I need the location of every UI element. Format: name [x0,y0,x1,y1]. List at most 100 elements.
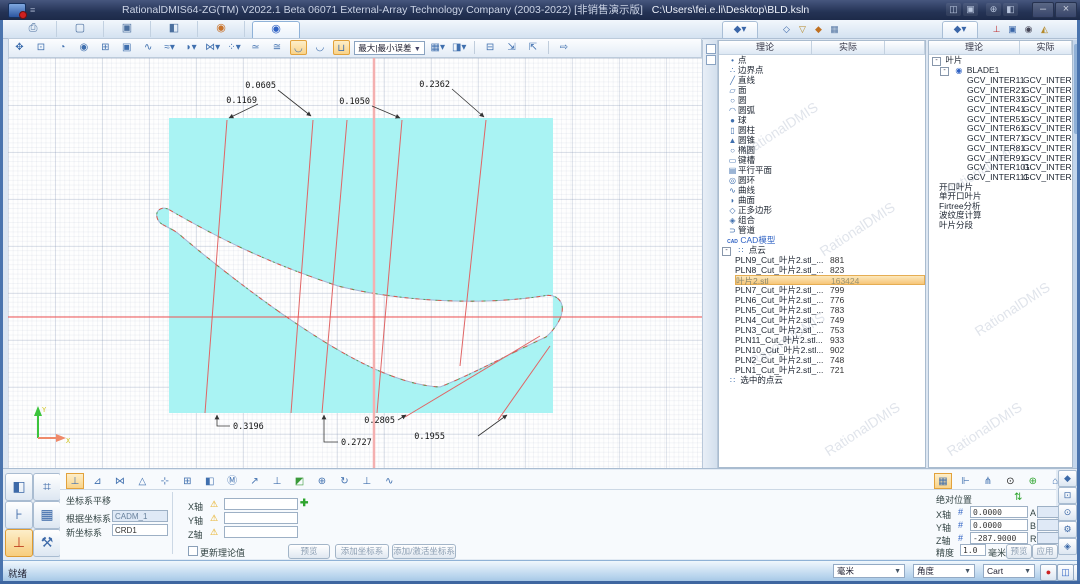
tree-item-gcv-section[interactable]: GCV_INTER21GCV_INTER21 [929,85,1072,95]
new-csys-field[interactable] [112,524,168,536]
deviation-icon[interactable]: ⊔ [333,40,350,55]
tree-item-feature[interactable]: ▱面 [727,85,925,95]
section-compare-icon[interactable]: ◡ [290,40,307,55]
tree-item-gcv-section[interactable]: GCV_INTER41GCV_INTER41 [929,104,1072,114]
tree-item-analysis[interactable]: 波纹度计算 [929,210,1072,220]
caliper-mode-button[interactable]: ⌗ [33,473,61,501]
minimize-button[interactable]: – [1032,2,1054,18]
ribbon-tab-window[interactable]: ▣ [104,21,151,37]
add-value-icon[interactable]: ✚ [300,498,308,509]
layout-icon[interactable]: ◫ [946,3,961,16]
precision-field[interactable] [960,544,986,556]
scan-section-icon[interactable]: ≈▾ [161,40,178,55]
section-view-icon[interactable]: ◡ [311,40,328,55]
stamp-tool-icon[interactable]: ◆ [1058,470,1077,487]
joystick-icon[interactable]: ⊙ [1001,474,1019,490]
tree-item-point-cloud[interactable]: PLN9_Cut_叶片2.stl_...881 [735,255,925,265]
collapse-panel-icon[interactable] [706,44,716,54]
collapse-expander-icon[interactable]: - [722,247,731,256]
ribbon-tab-output[interactable]: ⎙ [10,21,57,37]
shield-icon[interactable]: ◆ [812,23,825,36]
tree-item-feature[interactable]: ○椭圆 [727,145,925,155]
fit-view-icon[interactable]: ⊞ [97,40,114,55]
curve-compare-icon[interactable]: ≃ [247,40,264,55]
left-panel-tab-icon[interactable]: ◆▾ [722,21,758,39]
tree-item-feature[interactable]: ◈组合 [727,215,925,225]
position-value-field[interactable] [970,519,1028,531]
tree-item-point-cloud[interactable]: PLN6_Cut_叶片2.stl_...776 [735,295,925,305]
tree-item-feature[interactable]: •点 [727,55,925,65]
ribbon-tab-model[interactable]: ◧ [151,21,198,37]
model-mode-button[interactable]: ◧ [5,473,33,501]
tree-item-analysis[interactable]: 单开口叶片 [929,191,1072,201]
actual-column-header[interactable]: 实际 [1020,41,1072,54]
z-offset-field[interactable] [224,526,298,538]
theory-column-header[interactable]: 理论 [719,41,812,54]
tree-item-point-cloud[interactable]: PLN3_Cut_叶片2.stl_...753 [735,325,925,335]
scan-points-icon[interactable]: ⁘▾ [226,40,243,55]
fixture-mode-button[interactable]: ▦ [33,501,61,529]
theory-filter-icon[interactable]: ◇ [780,23,793,36]
device-icon[interactable]: ◈ [1058,538,1077,555]
gear-icon[interactable]: ⚙ [1058,521,1077,538]
position-value-field[interactable] [970,532,1028,544]
tree-item-point-cloud[interactable]: PLN8_Cut_叶片2.stl_...823 [735,265,925,275]
tree-item-analysis[interactable]: 开口叶片 [929,182,1072,192]
right-panel-tab-icon[interactable]: ◆▾ [942,21,978,39]
swap-axes-icon[interactable]: ⇅ [1014,492,1022,503]
tree-item-feature[interactable]: ◇正多边形 [727,205,925,215]
add-csys-button[interactable]: 添加坐标系 [335,544,389,559]
tree-item-gcv-section[interactable]: GCV_INTER31GCV_INTER31 [929,94,1072,104]
panel-splitter[interactable] [702,40,718,468]
axes-mini-icon[interactable]: ⊥ [990,23,1003,36]
ribbon-tab-blade[interactable]: ◉ [252,21,300,38]
ribbon-tab-measure[interactable]: ◉ [198,21,245,37]
export-icon[interactable]: ⇨ [555,40,572,55]
update-theory-checkbox[interactable] [188,546,198,556]
tree-item-gcv-section[interactable]: GCV_INTER61GCV_INTER61 [929,123,1072,133]
camera-icon[interactable]: ◉ [1022,23,1035,36]
probe-mode-button[interactable]: ⊦ [5,501,33,529]
pan-icon[interactable]: ✥ [11,40,28,55]
tree-item-point-cloud[interactable]: PLN4_Cut_叶片2.stl_...749 [735,315,925,325]
position-apply-button[interactable]: 应用 [1032,544,1058,559]
tree-item-feature[interactable]: ▤平行平面 [727,165,925,175]
theory-column-header[interactable]: 理论 [929,41,1020,54]
machine-status-icon[interactable]: ◧ [1003,3,1018,16]
angle-value-field[interactable] [1037,506,1059,518]
tree-item-feature[interactable]: ●球 [727,115,925,125]
tree-item-feature[interactable]: ∿曲线 [727,185,925,195]
tree-item-gcv-section[interactable]: GCV_INTER91GCV_INTER91 [929,153,1072,163]
csys-321-icon[interactable]: △ [133,474,151,490]
export-table-icon[interactable]: ⊟ [482,40,499,55]
funnel-icon[interactable]: ▽ [796,23,809,36]
tree-item-feature[interactable]: ◠圆弧 [727,105,925,115]
image-view-icon[interactable]: ▣ [118,40,135,55]
csys-green-cube-icon[interactable]: ◩ [291,474,309,490]
csys-rsp-icon[interactable]: ⊥ [358,474,376,490]
zoom-window-icon[interactable]: ⊡ [32,40,49,55]
color-map-icon[interactable]: ▦▾ [429,40,446,55]
tree-item-selected-cloud[interactable]: ∷ 选中的点云 [719,375,925,385]
csys-cube-icon[interactable]: ◧ [201,474,219,490]
grid-view-icon[interactable]: ▦ [828,23,841,36]
csys-axis-icon[interactable]: ⊹ [156,474,174,490]
tree-item-point-cloud-root[interactable]: - ∷ 点云 [719,245,925,255]
tree-item-gcv-section[interactable]: GCV_INTER111GCV_INTER111 [929,172,1072,182]
csys-matrix-icon[interactable]: Ⓜ [223,474,241,490]
units-page-icon[interactable]: ◫ [1057,564,1074,581]
cad-viewport[interactable]: 0.1169 0.0605 0.1050 0.2362 0.3196 0.272… [8,58,702,468]
probe-direction-icon[interactable]: ⊩ [956,474,974,490]
expand-panel-icon[interactable] [706,55,716,65]
tree-item-feature[interactable]: ⊃管道 [727,225,925,235]
tree-item-feature[interactable]: ◎圆环 [727,175,925,185]
tree-item-point-cloud[interactable]: 叶片2.stl163424 [735,275,925,285]
monitor-icon[interactable]: ▣ [963,3,978,16]
preview-button[interactable]: 预览 [288,544,330,559]
close-button[interactable]: × [1055,2,1077,18]
csys-vector-icon[interactable]: ↗ [246,474,264,490]
tree-item-feature[interactable]: ∴边界点 [727,65,925,75]
tree-item-gcv-section[interactable]: GCV_INTER101GCV_INTER101 [929,162,1072,172]
csys-rotate-icon[interactable]: ⊿ [88,474,106,490]
unit-dropdown[interactable]: 毫米▼ [833,564,905,578]
